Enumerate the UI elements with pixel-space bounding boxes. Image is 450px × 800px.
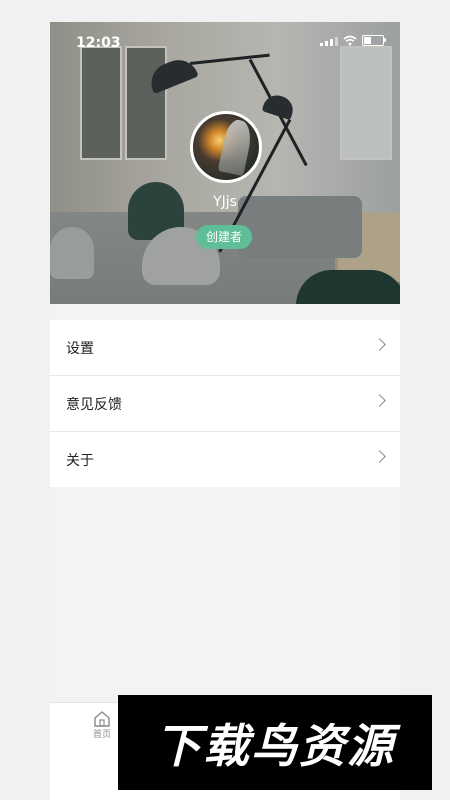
chevron-right-icon <box>373 450 386 463</box>
chevron-right-icon <box>373 394 386 407</box>
profile-header-background: 12:03 YJjs 创建者 <box>50 22 400 304</box>
status-time: 12:03 <box>76 35 121 51</box>
menu-item-label: 关于 <box>66 453 94 469</box>
status-bar: 12:03 <box>50 22 400 64</box>
app-screen: 12:03 YJjs 创建者 设置 意见反馈 关于 首页 <box>50 22 400 800</box>
tab-home-label: 首页 <box>92 730 111 740</box>
avatar[interactable] <box>190 111 262 183</box>
watermark-banner: 下载鸟资源 <box>118 695 432 790</box>
menu-item-label: 设置 <box>66 341 94 357</box>
watermark-text: 下载鸟资源 <box>155 718 395 773</box>
battery-icon <box>362 35 386 46</box>
menu-item-about[interactable]: 关于 <box>50 432 400 487</box>
tab-home[interactable]: 首页 <box>86 709 118 749</box>
settings-menu: 设置 意见反馈 关于 <box>50 320 400 487</box>
menu-item-settings[interactable]: 设置 <box>50 320 400 376</box>
menu-item-label: 意见反馈 <box>66 397 122 413</box>
role-badge: 创建者 <box>196 225 252 249</box>
menu-item-feedback[interactable]: 意见反馈 <box>50 376 400 432</box>
username: YJjs <box>213 194 237 210</box>
chevron-right-icon <box>373 338 386 351</box>
signal-icon <box>320 36 338 46</box>
wifi-icon <box>343 35 357 46</box>
home-icon <box>94 711 110 727</box>
status-icons <box>320 35 386 46</box>
